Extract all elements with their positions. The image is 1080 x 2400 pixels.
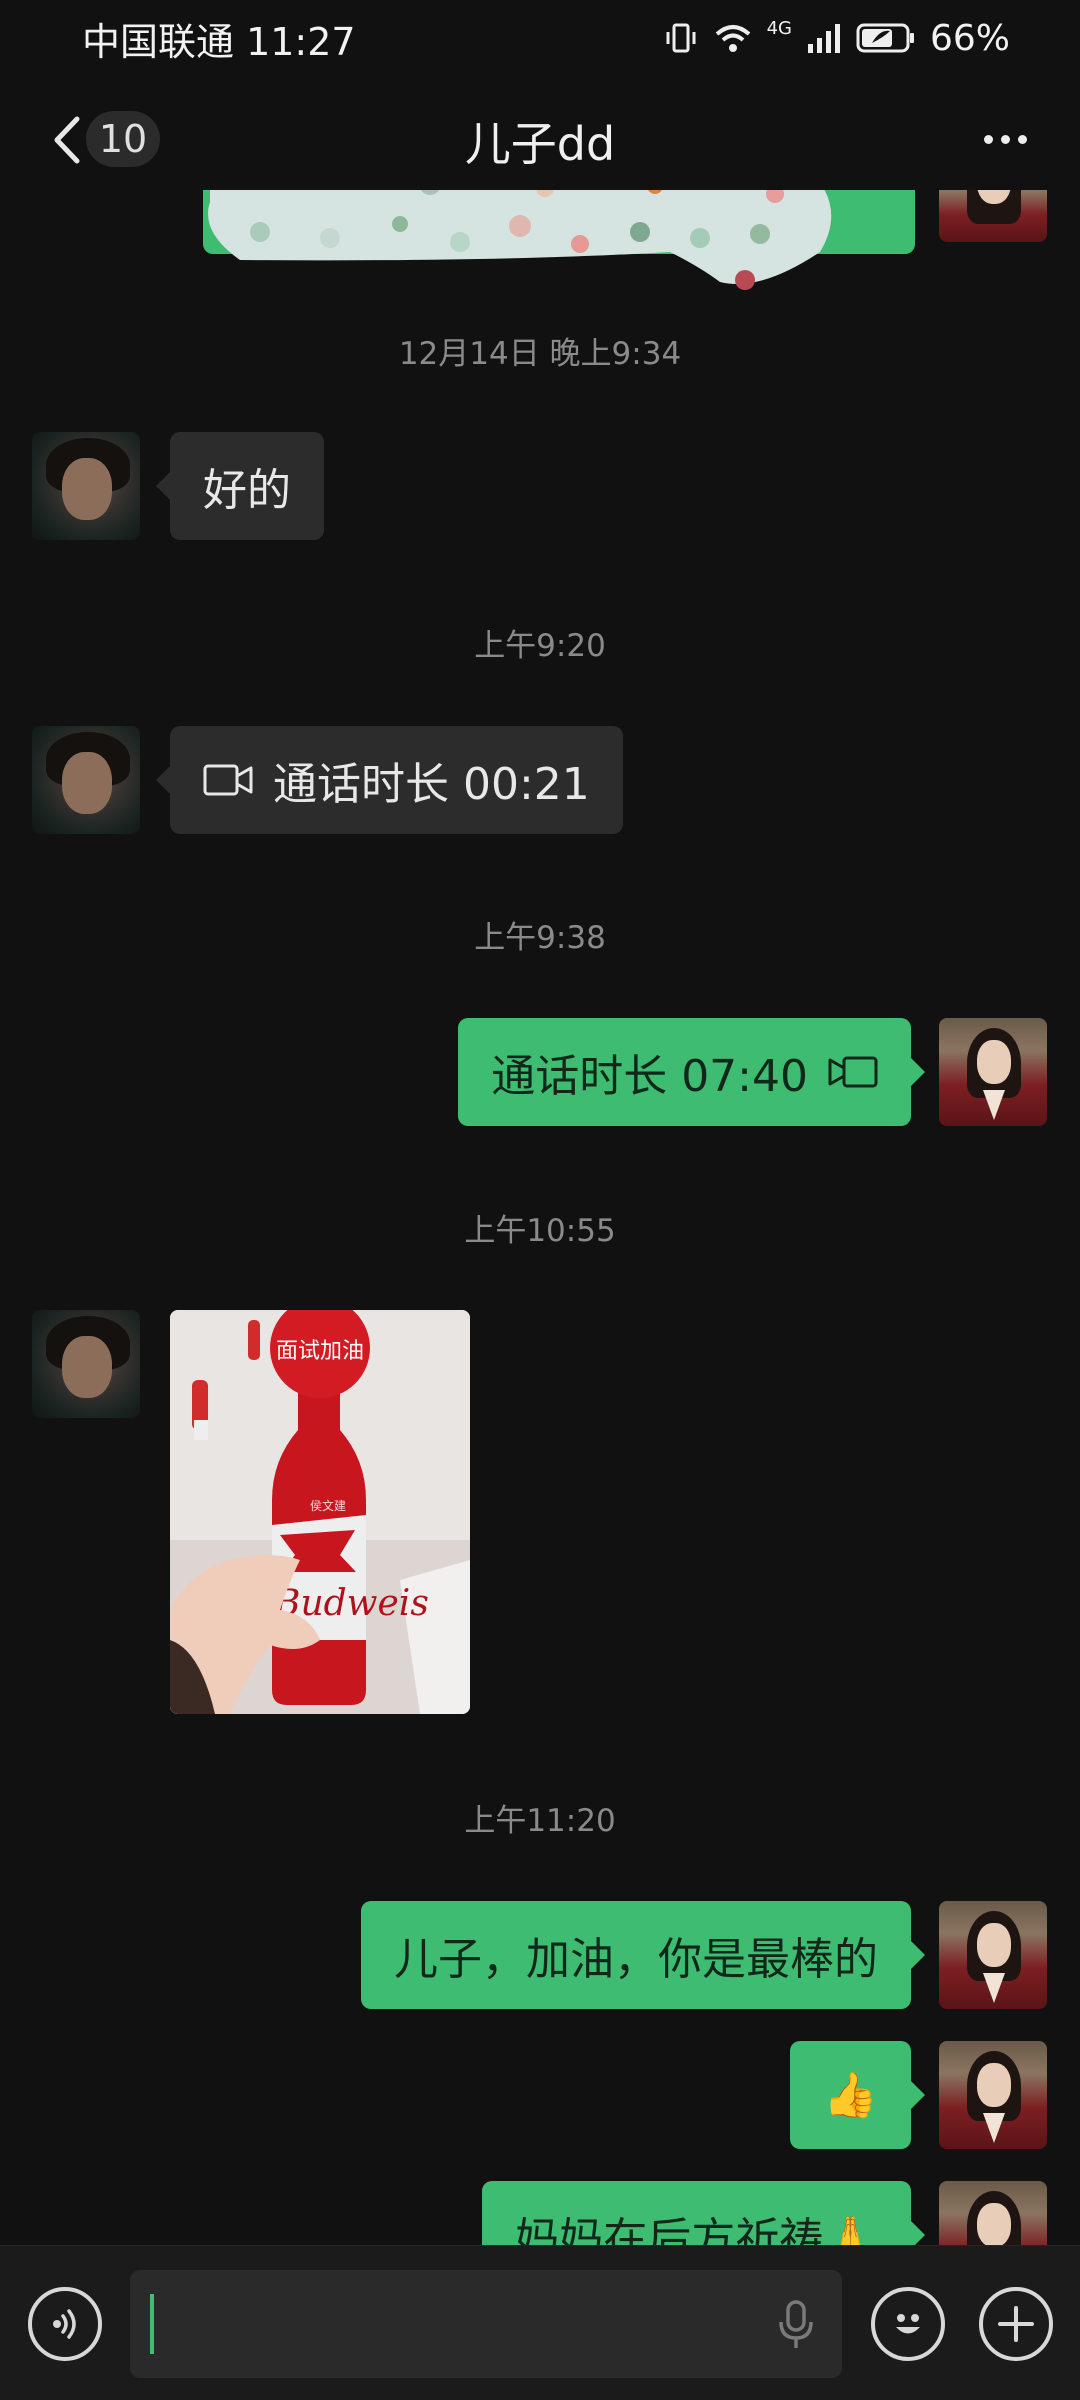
battery-level: 66% [929, 17, 1010, 59]
plus-icon [998, 2306, 1034, 2342]
timestamp: 上午10:55 [464, 1213, 616, 1249]
beer-bottle-image: Budweis 侯文建 面试加油 [170, 1310, 470, 1714]
timestamp: 12月14日 晚上9:34 [398, 336, 682, 372]
chat-screen: 中国联通 11:27 4G 66% 10 儿子dd 12月14日 晚上9:34 … [0, 0, 1080, 2400]
signal-icon [807, 24, 840, 53]
vibrate-icon [666, 23, 696, 53]
wifi-icon [715, 25, 750, 52]
mic-icon[interactable] [778, 2300, 814, 2350]
avatar-mom[interactable] [939, 1901, 1047, 2009]
message-list[interactable]: 12月14日 晚上9:34 好的 上午9:20 通话时长 00:21 上午9:3… [0, 190, 1080, 2245]
input-bar [0, 2245, 1080, 2400]
redaction-scribble [208, 190, 832, 290]
video-call-icon [828, 1054, 878, 1090]
avatar-mom[interactable] [939, 190, 1047, 242]
name-label-text: 侯文建 [310, 1498, 346, 1513]
avatar-mom[interactable] [939, 2041, 1047, 2149]
timestamp: 上午9:20 [474, 628, 606, 664]
video-call-icon [203, 762, 253, 798]
emoji-message-bubble[interactable]: 👍 [790, 2041, 925, 2149]
message-bubble-incoming[interactable]: 好的 [156, 432, 324, 540]
timestamp: 上午11:20 [464, 1803, 616, 1839]
call-duration-text: 通话时长 07:40 [491, 1051, 808, 1102]
chat-title: 儿子dd [464, 117, 616, 171]
call-record-bubble-outgoing[interactable]: 通话时长 07:40 [458, 1018, 925, 1126]
more-dots-icon [983, 134, 993, 144]
message-bubble-outgoing[interactable]: 妈妈在后方祈祷🙏 [482, 2181, 925, 2245]
voice-mode-icon [53, 2309, 76, 2339]
emoji-icon [896, 2314, 920, 2334]
photo-badge-text: 面试加油 [276, 1339, 364, 1364]
avatar-son[interactable] [32, 726, 140, 834]
carrier-time: 中国联通 11:27 [82, 19, 356, 64]
plus-button[interactable] [979, 2287, 1053, 2361]
avatar-son[interactable] [32, 432, 140, 540]
status-bar: 中国联通 11:27 4G 66% [0, 0, 1080, 76]
call-record-bubble-incoming[interactable]: 通话时长 00:21 [156, 726, 623, 834]
call-duration-text: 通话时长 00:21 [273, 759, 590, 810]
message-bubble-outgoing[interactable]: 儿子，加油，你是最棒的 [361, 1901, 925, 2009]
avatar-mom[interactable] [939, 1018, 1047, 1126]
photo-message[interactable]: Budweis 侯文建 面试加油 [170, 1310, 470, 1714]
emoji-button[interactable] [871, 2287, 945, 2361]
voice-mode-button[interactable] [28, 2287, 102, 2361]
avatar-mom[interactable] [939, 2181, 1047, 2245]
timestamp: 上午9:38 [474, 920, 606, 956]
status-icons: 4G 66% [663, 18, 1010, 59]
avatar-son[interactable] [32, 1310, 140, 1418]
battery-icon [856, 23, 914, 53]
text-cursor [150, 2294, 154, 2354]
message-input[interactable] [130, 2270, 842, 2378]
network-type: 4G [766, 17, 792, 39]
more-button[interactable] [970, 114, 1040, 164]
chat-header: 10 儿子dd [0, 90, 1080, 186]
